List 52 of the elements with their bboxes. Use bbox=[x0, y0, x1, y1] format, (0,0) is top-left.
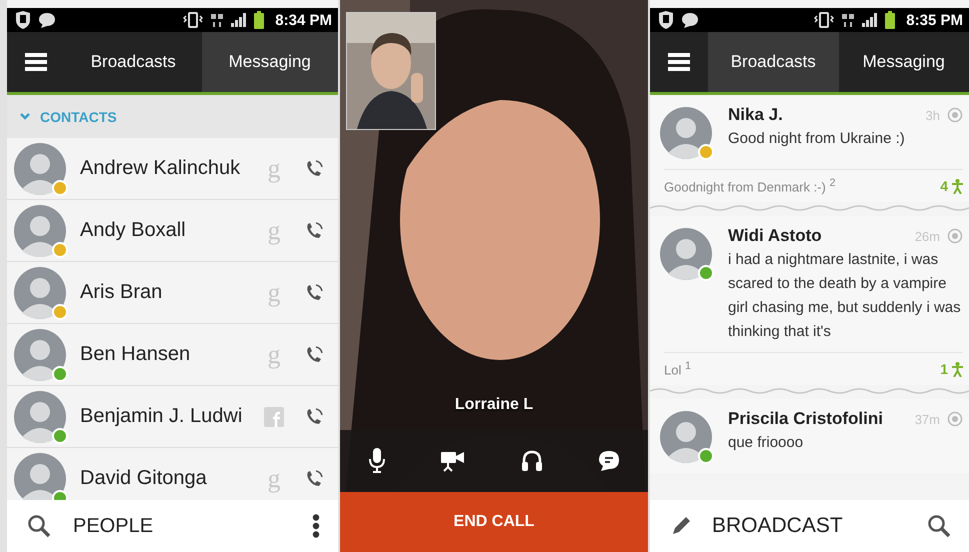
like-count: 4 bbox=[940, 178, 948, 194]
contact-name: Aris Bran bbox=[80, 281, 164, 304]
vibrate-icon bbox=[814, 12, 834, 28]
signal-icon bbox=[862, 13, 878, 27]
post-text: i had a nightmare lastnite, i was scared to the death by a vampire girl chasing me, but suddenly i was thinking that it's bbox=[728, 250, 962, 342]
reply-text: Lol $^{1}$ bbox=[664, 360, 691, 378]
battery-icon bbox=[254, 11, 264, 29]
avatar-icon bbox=[14, 328, 66, 380]
chevron-icon bbox=[20, 113, 30, 120]
avatar-icon bbox=[660, 228, 712, 280]
social-icon bbox=[264, 406, 284, 426]
avatar-icon bbox=[14, 390, 66, 442]
bottom-bar-title: PEOPLE bbox=[73, 514, 154, 538]
vibrate-icon bbox=[183, 12, 204, 28]
chat-icon bbox=[681, 12, 699, 28]
avatar-icon bbox=[660, 107, 712, 159]
network-type-icon bbox=[210, 12, 224, 28]
avatar-icon bbox=[14, 204, 66, 256]
post-text: que frioooo bbox=[728, 433, 804, 453]
author-name: Nika J. bbox=[728, 105, 783, 125]
shield-icon bbox=[15, 11, 31, 29]
bottom-bar-title: BROADCAST bbox=[712, 514, 843, 538]
network-type-icon bbox=[841, 12, 856, 28]
contact-name: David Gitonga bbox=[80, 467, 208, 490]
chat-icon bbox=[38, 12, 56, 28]
menu-icon bbox=[668, 53, 690, 71]
contact-name: Andy Boxall bbox=[80, 219, 187, 242]
contact-name: Benjamin J. Ludwi bbox=[80, 405, 244, 428]
pencil-icon[interactable] bbox=[670, 515, 692, 537]
person-icon bbox=[952, 178, 963, 194]
contact-name: Andrew Kalinchuk bbox=[80, 157, 242, 180]
author-name: Priscila Cristofolini bbox=[728, 409, 883, 429]
author-name: Widi Astoto bbox=[728, 226, 822, 246]
post-text: Good night from Ukraine :) bbox=[728, 129, 906, 149]
avatar-icon bbox=[14, 142, 66, 194]
avatar-icon bbox=[660, 411, 712, 463]
like-count: 1 bbox=[940, 361, 948, 377]
clock-time: 8:34 PM bbox=[275, 12, 332, 28]
tab[interactable]: Messaging bbox=[202, 32, 338, 92]
tab[interactable]: Broadcasts bbox=[708, 32, 838, 92]
search-icon[interactable] bbox=[927, 514, 951, 538]
battery-icon bbox=[885, 11, 896, 29]
menu-icon bbox=[25, 53, 47, 71]
reply-text: Goodnight from Denmark :-) $^{2}$ bbox=[664, 177, 836, 195]
avatar-icon bbox=[14, 266, 66, 318]
contact-name: Ben Hansen bbox=[80, 343, 192, 366]
shield-icon bbox=[658, 11, 674, 29]
person-icon bbox=[952, 362, 963, 376]
clock-time: 8:35 PM bbox=[906, 12, 963, 28]
signal-icon bbox=[231, 13, 248, 27]
more-icon[interactable] bbox=[312, 514, 320, 538]
search-icon[interactable] bbox=[27, 514, 51, 538]
